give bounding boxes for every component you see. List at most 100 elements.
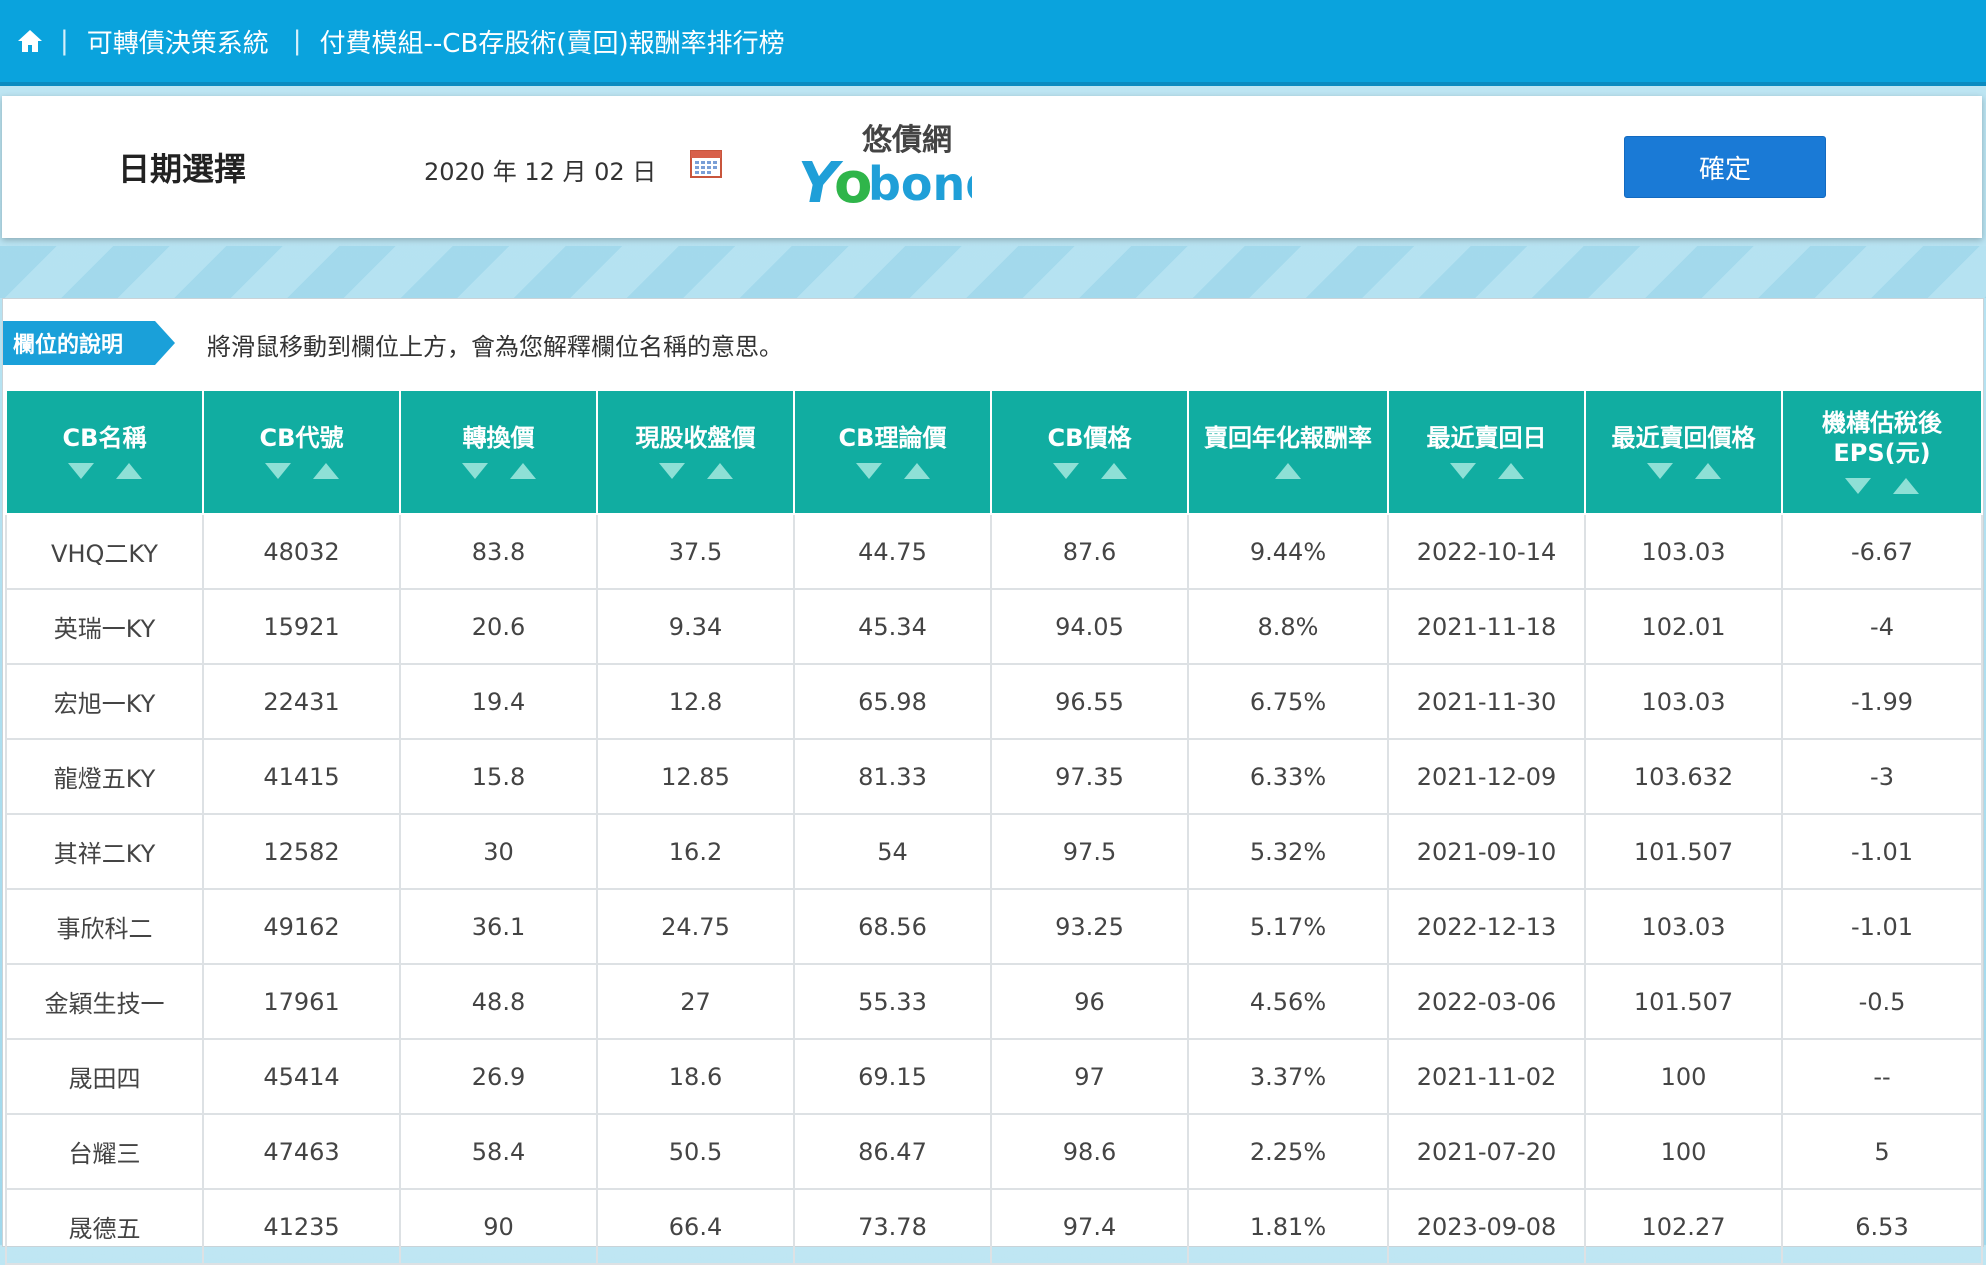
table-cell: -- — [1781, 1038, 1983, 1115]
table-cell: 54 — [793, 813, 992, 890]
table-body: VHQ二KY 48032 83.8 37.5 44.75 87.6 9.44% 2022-10… — [5, 513, 1983, 1265]
decorative-band — [0, 246, 1986, 298]
sort-descending-icon[interactable] — [1845, 478, 1871, 494]
column-header[interactable]: CB代號 — [202, 389, 401, 515]
table-cell: 101.507 — [1584, 963, 1783, 1040]
table-row[interactable]: 宏旭一KY 22431 19.4 12.8 65.98 96.55 6.75% 2021-11… — [5, 663, 1983, 740]
sort-ascending-icon[interactable] — [312, 463, 339, 479]
table-cell: VHQ二KY — [5, 513, 204, 590]
table-cell: 90 — [399, 1188, 598, 1265]
table-cell: 其祥二KY — [5, 813, 204, 890]
table-cell: 龍燈五KY — [5, 738, 204, 815]
breadcrumb-module[interactable]: 付費模組--CB存股術(賣回)報酬率排行榜 — [320, 23, 785, 60]
breadcrumb-system[interactable]: 可轉債決策系統 — [87, 23, 269, 60]
table-cell: 65.98 — [793, 663, 992, 740]
table-cell: 16.2 — [596, 813, 795, 890]
table-row[interactable]: 事欣科二 49162 36.1 24.75 68.56 93.25 5.17% 2022-12… — [5, 888, 1983, 965]
sort-ascending-icon[interactable] — [115, 463, 142, 479]
sort-ascending-icon[interactable] — [903, 463, 930, 479]
table-cell: -1.01 — [1781, 888, 1983, 965]
home-icon[interactable] — [0, 0, 60, 84]
confirm-button[interactable]: 確定 — [1624, 136, 1826, 198]
table-cell: 83.8 — [399, 513, 598, 590]
column-header[interactable]: CB價格 — [990, 389, 1189, 515]
table-cell: 101.507 — [1584, 813, 1783, 890]
sort-controls — [1195, 463, 1381, 481]
table-cell: 2021-11-30 — [1387, 663, 1586, 740]
table-cell: 49162 — [202, 888, 401, 965]
logo-text-en: bond — [868, 157, 972, 211]
table-cell: 58.4 — [399, 1113, 598, 1190]
table-cell: -4 — [1781, 588, 1983, 665]
column-header[interactable]: 現股收盤價 — [596, 389, 795, 515]
table-cell: 47463 — [202, 1113, 401, 1190]
table-cell: 2022-10-14 — [1387, 513, 1586, 590]
column-header[interactable]: CB名稱 — [5, 389, 204, 515]
calendar-icon[interactable] — [690, 148, 722, 178]
table-cell: 6.53 — [1781, 1188, 1983, 1265]
table-row[interactable]: 金穎生技一 17961 48.8 27 55.33 96 4.56% 2022-03-06 10… — [5, 963, 1983, 1040]
top-nav-bar: | 可轉債決策系統 | 付費模組--CB存股術(賣回)報酬率排行榜 — [0, 0, 1986, 86]
sort-ascending-icon[interactable] — [1497, 463, 1524, 479]
column-description-row: 欄位的說明 將滑鼠移動到欄位上方，會為您解釋欄位名稱的意思。 — [3, 299, 1983, 385]
table-cell: 2021-07-20 — [1387, 1113, 1586, 1190]
sort-ascending-icon[interactable] — [1694, 463, 1721, 479]
column-header-label: CB價格 — [1047, 424, 1132, 452]
column-header-label: 機構估稅後EPS(元) — [1822, 409, 1942, 467]
column-header[interactable]: 最近賣回價格 — [1584, 389, 1783, 515]
table-row[interactable]: VHQ二KY 48032 83.8 37.5 44.75 87.6 9.44% 2022-10… — [5, 513, 1983, 590]
table-row[interactable]: 晟田四 45414 26.9 18.6 69.15 97 3.37% 2021-11-02 10… — [5, 1038, 1983, 1115]
sort-descending-icon[interactable] — [855, 463, 882, 479]
table-cell: 30 — [399, 813, 598, 890]
sort-ascending-icon[interactable] — [509, 463, 536, 479]
table-cell: 41235 — [202, 1188, 401, 1265]
table-cell: 2022-03-06 — [1387, 963, 1586, 1040]
sort-ascending-icon[interactable] — [1275, 463, 1301, 479]
sort-descending-icon[interactable] — [658, 463, 685, 479]
table-cell: 48032 — [202, 513, 401, 590]
table-cell: 66.4 — [596, 1188, 795, 1265]
column-header[interactable]: 最近賣回日 — [1387, 389, 1586, 515]
table-row[interactable]: 英瑞一KY 15921 20.6 9.34 45.34 94.05 8.8% 2021-11-… — [5, 588, 1983, 665]
table-row[interactable]: 台耀三 47463 58.4 50.5 86.47 98.6 2.25% 2021-07-20… — [5, 1113, 1983, 1190]
table-cell: -1.99 — [1781, 663, 1983, 740]
table-cell: 97.35 — [990, 738, 1189, 815]
table-cell: 12.85 — [596, 738, 795, 815]
column-header-label: CB代號 — [259, 424, 344, 452]
column-description-text: 將滑鼠移動到欄位上方，會為您解釋欄位名稱的意思。 — [207, 333, 783, 361]
breadcrumb-separator: | — [60, 26, 69, 56]
sort-descending-icon[interactable] — [264, 463, 291, 479]
sort-descending-icon[interactable] — [1449, 463, 1476, 479]
sort-descending-icon[interactable] — [461, 463, 488, 479]
table-row[interactable]: 其祥二KY 12582 30 16.2 54 97.5 5.32% 2021-09-10 101… — [5, 813, 1983, 890]
table-cell: 100 — [1584, 1038, 1783, 1115]
sort-ascending-icon[interactable] — [1100, 463, 1127, 479]
sort-descending-icon[interactable] — [67, 463, 94, 479]
table-cell: 事欣科二 — [5, 888, 204, 965]
table-cell: 15.8 — [399, 738, 598, 815]
table-cell: 5.32% — [1187, 813, 1389, 890]
table-row[interactable]: 龍燈五KY 41415 15.8 12.85 81.33 97.35 6.33% 2021-1… — [5, 738, 1983, 815]
column-header[interactable]: 賣回年化報酬率 — [1187, 389, 1389, 515]
column-header[interactable]: CB理論價 — [793, 389, 992, 515]
table-row[interactable]: 晟德五 41235 90 66.4 73.78 97.4 1.81% 2023-09-08 10… — [5, 1188, 1983, 1265]
sort-descending-icon[interactable] — [1052, 463, 1079, 479]
column-header[interactable]: 轉換價 — [399, 389, 598, 515]
table-cell: 103.632 — [1584, 738, 1783, 815]
sort-descending-icon[interactable] — [1646, 463, 1673, 479]
date-selection-panel: 日期選擇 2020 年 12 月 02 日 悠債網 Y o bond 確定 — [2, 96, 1982, 238]
sort-ascending-icon[interactable] — [706, 463, 733, 479]
table-cell: 8.8% — [1187, 588, 1389, 665]
table-cell: 102.27 — [1584, 1188, 1783, 1265]
table-cell: 18.6 — [596, 1038, 795, 1115]
column-header-label: CB名稱 — [62, 424, 147, 452]
column-header[interactable]: 機構估稅後EPS(元) — [1781, 389, 1983, 515]
table-cell: 1.81% — [1187, 1188, 1389, 1265]
table-cell: 晟德五 — [5, 1188, 204, 1265]
table-cell: 15921 — [202, 588, 401, 665]
column-description-tag: 欄位的說明 — [3, 321, 175, 365]
date-field[interactable]: 2020 年 12 月 02 日 — [424, 152, 656, 187]
sort-controls — [801, 463, 984, 481]
sort-ascending-icon[interactable] — [1893, 478, 1919, 494]
table-cell: 103.03 — [1584, 663, 1783, 740]
